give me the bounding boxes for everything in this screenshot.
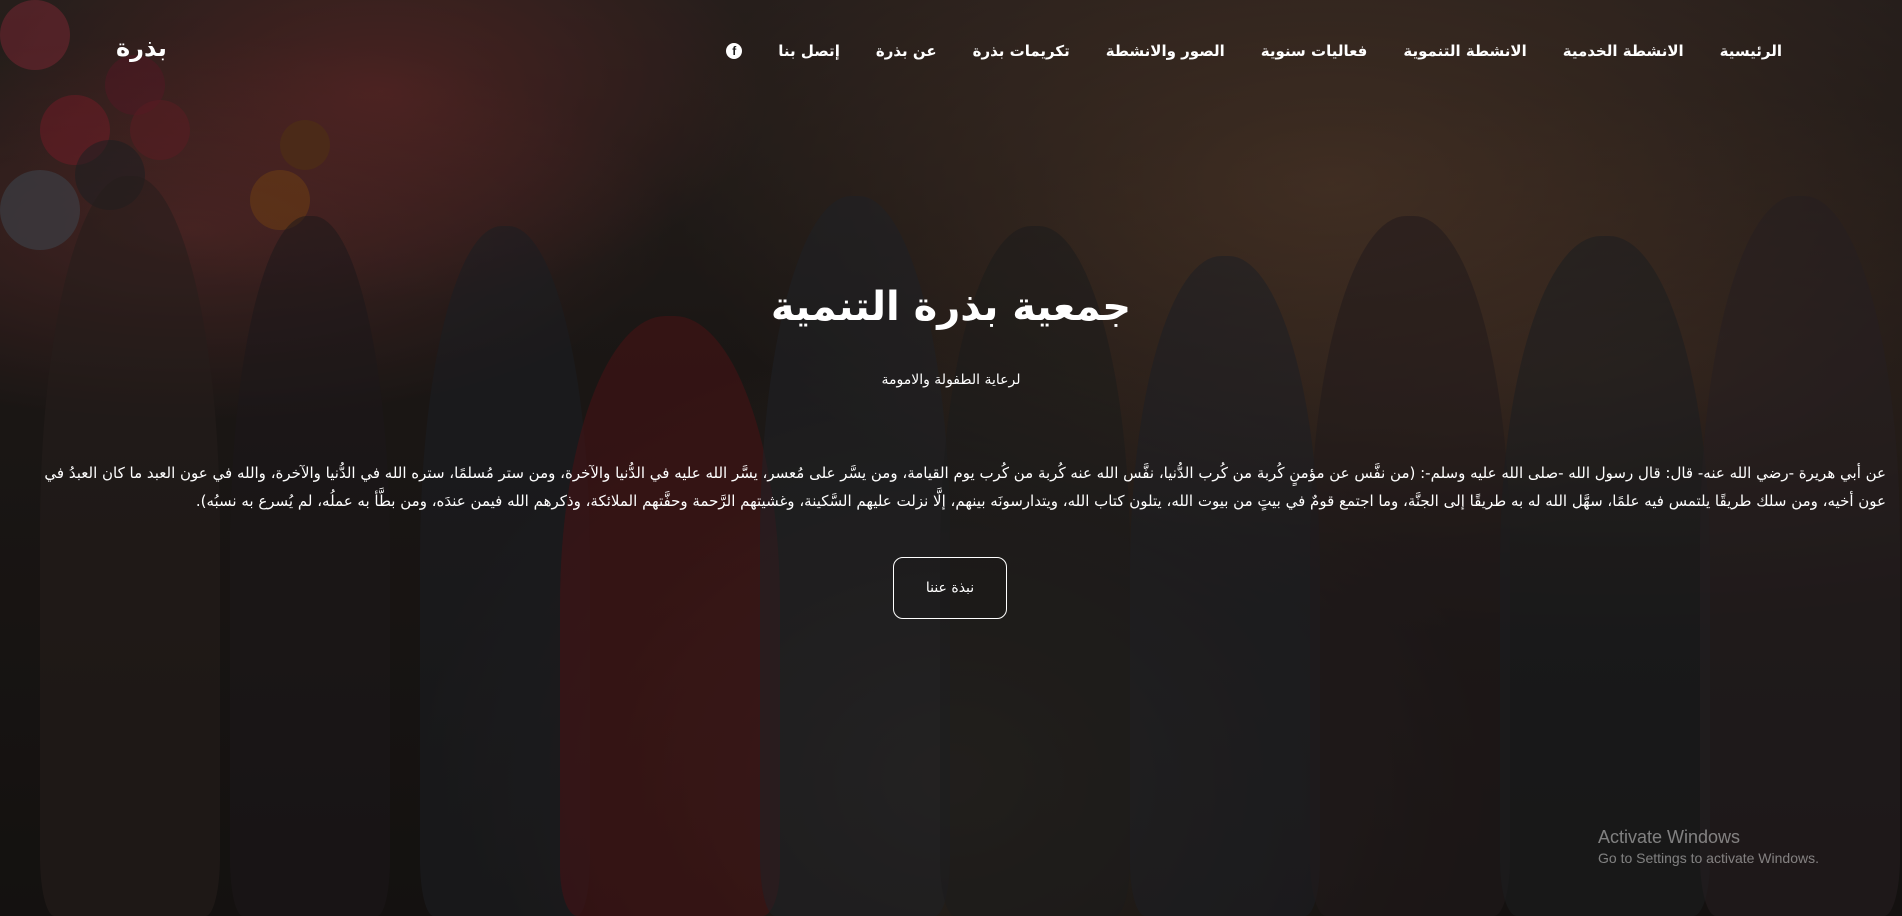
group-photo-person (560, 316, 780, 916)
balloon (75, 140, 145, 210)
nav-item-honors[interactable]: تكريمات بذرة (973, 42, 1070, 60)
nav-item-photos-activities[interactable]: الصور والانشطة (1106, 42, 1225, 60)
balloon (40, 95, 110, 165)
watermark-line-2: Go to Settings to activate Windows. (1598, 850, 1819, 866)
windows-activation-watermark: Activate Windows Go to Settings to activ… (1598, 827, 1819, 866)
group-photo-person (1130, 256, 1320, 916)
nav-item-service-activities[interactable]: الانشطة الخدمية (1563, 42, 1684, 60)
nav-item-annual-events[interactable]: فعاليات سنوية (1261, 42, 1368, 60)
balloon (0, 170, 80, 250)
watermark-line-1: Activate Windows (1598, 827, 1741, 847)
brand-logo[interactable]: بذرة (116, 34, 167, 62)
nav-menu: الرئيسية الانشطة الخدمية الانشطة التنموي… (726, 42, 1782, 60)
nav-item-contact[interactable]: إتصل بنا (778, 42, 840, 60)
about-us-button[interactable]: نبذة عننا (893, 557, 1007, 619)
nav-item-development-activities[interactable]: الانشطة التنموية (1403, 42, 1526, 60)
group-photo-person (1500, 236, 1710, 916)
facebook-icon[interactable]: f (726, 43, 743, 59)
nav-item-home[interactable]: الرئيسية (1720, 42, 1782, 60)
nav-item-about[interactable]: عن بذرة (876, 42, 937, 60)
hero-hadith-text: عن أبي هريرة -رضي الله عنه- قال: قال رسو… (44, 464, 1886, 510)
hero-background-photo (0, 0, 1902, 916)
hero-subtitle: لرعاية الطفولة والامومة (881, 372, 1021, 388)
hero-title: جمعية بذرة التنمية (770, 284, 1132, 330)
balloon (130, 100, 190, 160)
facebook-glyph: f (732, 44, 737, 58)
balloon (280, 120, 330, 170)
top-navigation: بذرة الرئيسية الانشطة الخدمية الانشطة ال… (0, 0, 1902, 100)
balloon (250, 170, 310, 230)
